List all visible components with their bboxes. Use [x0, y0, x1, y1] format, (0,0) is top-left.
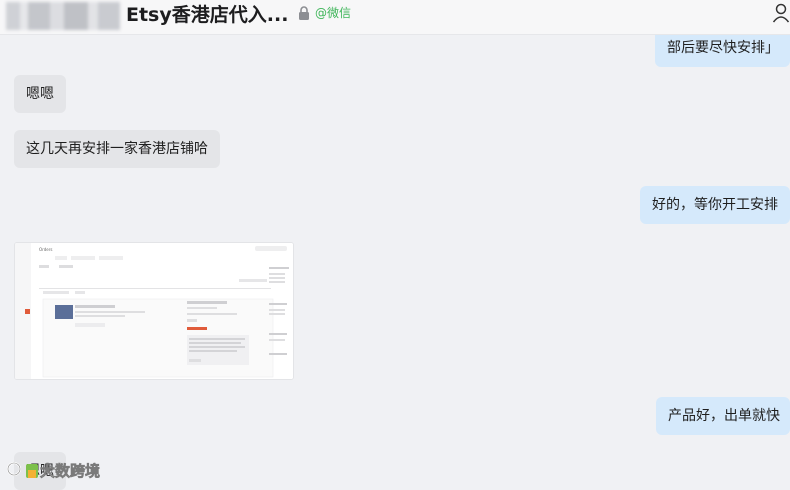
chat-title[interactable]: Etsy香港店代入... [126, 2, 288, 28]
blurred-avatar[interactable] [6, 2, 120, 30]
message-bubble-right[interactable]: 产品好，出单就快 [656, 397, 790, 435]
message-bubble-right[interactable]: 好的，等你开工安排 [640, 186, 790, 224]
wechat-tag: @微信 [315, 6, 352, 20]
message-bubble-left[interactable]: 嗯嗯 [14, 75, 66, 113]
screenshot-thumbnail: Orders [15, 243, 293, 379]
person-icon[interactable] [772, 3, 790, 23]
lock-icon [299, 6, 309, 20]
chat-header: Etsy香港店代入... @微信 [0, 0, 790, 35]
thumbnail-title: Orders [39, 247, 52, 252]
watermark-text: 大数跨境 [40, 462, 101, 481]
message-bubble-left[interactable]: 这几天再安排一家香港店铺哈 [14, 130, 220, 168]
shared-screenshot-image[interactable]: Orders [14, 242, 294, 380]
